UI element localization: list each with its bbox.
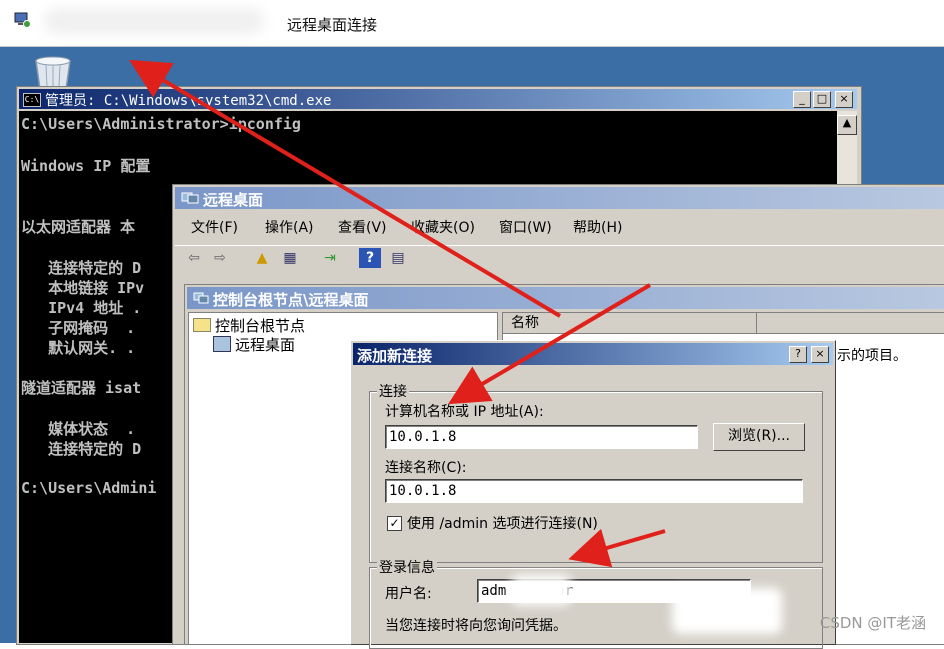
export-icon[interactable]: ⇥	[319, 248, 341, 268]
scroll-up-button[interactable]: ▲	[837, 115, 857, 135]
computer-name-input[interactable]: 10.0.1.8	[385, 425, 698, 449]
empty-list-message: 示的项目。	[837, 348, 907, 364]
rdp-window-title: 远程桌面连接	[287, 16, 378, 34]
toolbar: ⇦ ⇨ ▲ ▦ ⇥ ? ▤	[175, 245, 944, 272]
connection-name-input[interactable]: 10.0.1.8	[385, 479, 803, 503]
maximize-button[interactable]: □	[813, 91, 831, 108]
connection-name-label: 连接名称(C):	[385, 460, 467, 476]
menu-action[interactable]: 操作(A)	[265, 217, 314, 237]
menu-bar: 文件(F) 操作(A) 查看(V) 收藏夹(O) 窗口(W) 帮助(H)	[175, 213, 944, 239]
mmc-titlebar[interactable]: 远程桌面	[175, 187, 944, 209]
cmd-line: C:\Users\Administrator>ipconfig	[21, 115, 301, 133]
blurred-host-name	[44, 8, 264, 34]
minimize-button[interactable]: _	[793, 91, 811, 108]
cmd-line: Windows IP 配置	[21, 157, 151, 175]
admin-option-checkbox[interactable]: ✓	[387, 516, 402, 531]
tree-item-remote-desktops[interactable]: 远程桌面	[213, 334, 295, 355]
remote-desktops-icon	[213, 336, 231, 352]
menu-favorites[interactable]: 收藏夹(O)	[411, 217, 475, 237]
menu-view[interactable]: 查看(V)	[338, 217, 387, 237]
connection-group-legend: 连接	[377, 381, 409, 401]
watermark: CSDN @IT老涵	[819, 614, 926, 632]
dialog-titlebar[interactable]: 添加新连接 ? ×	[353, 343, 833, 365]
cmd-line: 子网掩码 .	[21, 319, 136, 337]
tree-item-label: 远程桌面	[235, 336, 296, 354]
console-window-title: 控制台根节点\远程桌面	[213, 291, 369, 309]
back-arrow-icon[interactable]: ⇦	[183, 248, 205, 268]
cmd-line: 隧道适配器 isat	[21, 379, 142, 397]
computer-name-label: 计算机名称或 IP 地址(A):	[385, 404, 544, 420]
cmd-line: IPv4 地址 .	[21, 299, 142, 317]
browse-button[interactable]: 浏览(R)...	[713, 423, 805, 451]
menu-file[interactable]: 文件(F)	[191, 217, 238, 237]
cmd-line: 本地链接 IPv	[21, 279, 145, 297]
close-button[interactable]: ×	[835, 91, 853, 108]
console-icon	[193, 292, 209, 304]
tree-item-label: 控制台根节点	[215, 317, 306, 335]
console-titlebar[interactable]: 控制台根节点\远程桌面	[187, 287, 944, 309]
cmd-line: 连接特定的 D	[21, 259, 142, 277]
column-header-name[interactable]: 名称	[503, 313, 757, 333]
cmd-line: C:\Users\Admini	[21, 479, 157, 497]
rdp-titlebar: 远程桌面连接	[0, 0, 944, 47]
remote-desktop-icon	[14, 12, 31, 28]
mmc-window-title: 远程桌面	[203, 191, 264, 209]
username-value-start: adm	[481, 583, 507, 599]
admin-option-label: 使用 /admin 选项进行连接(N)	[407, 516, 598, 532]
list-header: 名称	[503, 313, 944, 334]
username-label: 用户名:	[385, 586, 432, 602]
menu-help[interactable]: 帮助(H)	[573, 217, 622, 237]
redaction-blur	[511, 575, 571, 605]
redaction-blur	[672, 588, 782, 634]
cmd-icon: C:\	[23, 93, 41, 107]
tree-item-console-root[interactable]: 控制台根节点	[193, 315, 305, 336]
up-folder-icon[interactable]: ▲	[251, 248, 273, 268]
cmd-window-title: 管理员: C:\Windows\system32\cmd.exe	[45, 93, 332, 109]
close-button[interactable]: ×	[811, 346, 829, 363]
cmd-line: 媒体状态 .	[21, 420, 136, 438]
credential-prompt-text: 当您连接时将向您询问凭据。	[385, 618, 567, 634]
cmd-titlebar[interactable]: C:\ 管理员: C:\Windows\system32\cmd.exe _ □…	[19, 89, 857, 109]
properties-icon[interactable]: ▤	[387, 248, 409, 268]
login-info-group-legend: 登录信息	[377, 557, 437, 577]
show-tree-icon[interactable]: ▦	[279, 248, 301, 268]
help-icon[interactable]: ?	[359, 248, 381, 268]
remote-desktops-icon	[181, 192, 199, 204]
help-button[interactable]: ?	[789, 346, 807, 363]
cmd-line: 以太网适配器 本	[21, 218, 136, 236]
cmd-line: 默认网关. .	[21, 339, 136, 357]
cmd-line: 连接特定的 D	[21, 440, 142, 458]
dialog-title: 添加新连接	[357, 347, 433, 365]
folder-icon	[193, 318, 211, 332]
forward-arrow-icon[interactable]: ⇨	[209, 248, 231, 268]
menu-window[interactable]: 窗口(W)	[499, 217, 552, 237]
